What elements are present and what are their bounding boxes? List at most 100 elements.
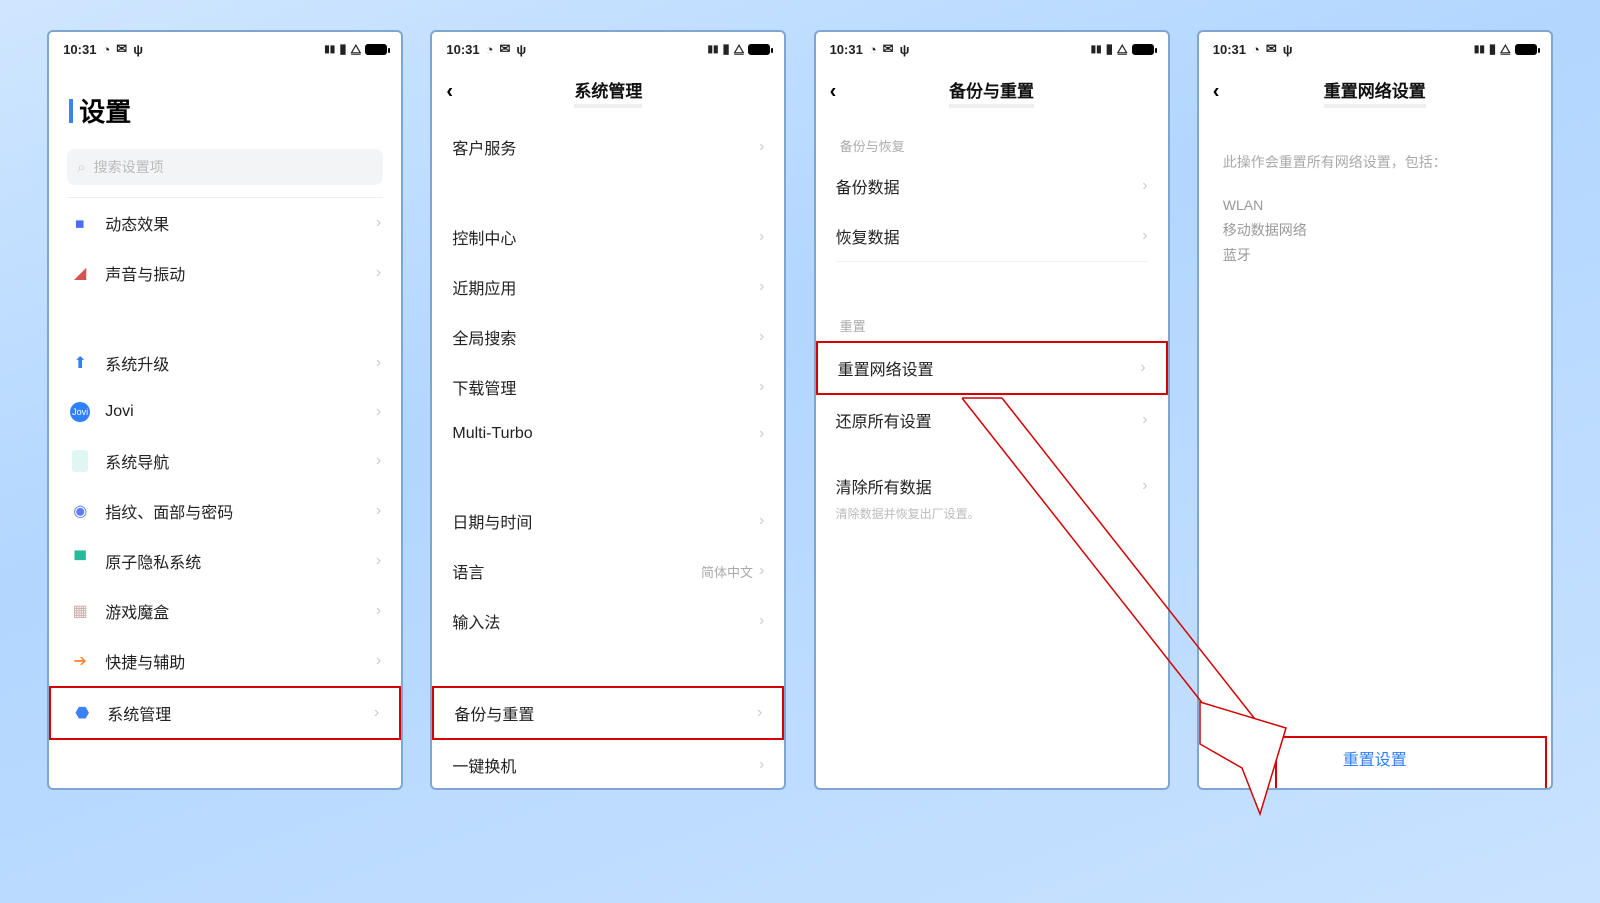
status-bar: 10:31 ◔ ✉ ψ ▮▮ ▮ ⧋	[49, 32, 401, 62]
system-management-icon: ⬣	[71, 702, 93, 724]
mail-icon: ✉	[883, 41, 894, 57]
chevron-right-icon: ›	[374, 704, 379, 722]
chevron-right-icon: ›	[376, 452, 381, 470]
chevron-right-icon: ›	[759, 562, 764, 580]
row-language[interactable]: 语言 简体中文 ›	[432, 546, 784, 596]
chevron-right-icon: ›	[759, 425, 764, 443]
section-label-reset: 重置	[816, 302, 1168, 341]
settings-row-system-management[interactable]: ⬣ 系统管理 ›	[49, 686, 401, 740]
back-button[interactable]: ‹	[446, 81, 453, 104]
diamond-icon: ◆	[69, 212, 91, 234]
settings-row-privacy[interactable]: ▀ 原子隐私系统 ›	[49, 536, 401, 586]
settings-row-dynamic-effects[interactable]: ◆ 动态效果 ›	[49, 198, 401, 248]
chevron-right-icon: ›	[376, 602, 381, 620]
chevron-right-icon: ›	[376, 502, 381, 520]
assist-icon: ➔	[69, 650, 91, 672]
status-time: 10:31	[446, 42, 479, 57]
phone-screen-1: 10:31 ◔ ✉ ψ ▮▮ ▮ ⧋ 设置 ⌕ 搜索设置项 ◆ 动态效果 › ◢…	[47, 30, 403, 790]
chevron-right-icon: ›	[376, 214, 381, 232]
chevron-right-icon: ›	[757, 704, 762, 722]
chevron-right-icon: ›	[376, 354, 381, 372]
nfc-icon: ▮	[723, 41, 730, 57]
chevron-right-icon: ›	[759, 138, 764, 156]
usb-icon: ψ	[900, 42, 910, 57]
chevron-right-icon: ›	[1142, 477, 1147, 495]
chevron-right-icon: ›	[759, 612, 764, 630]
row-global-search[interactable]: 全局搜索 ›	[432, 312, 784, 362]
chevron-right-icon: ›	[376, 403, 381, 421]
usb-icon: ψ	[133, 42, 143, 57]
signal-icon: ▮▮	[1091, 44, 1102, 55]
settings-row-assist[interactable]: ➔ 快捷与辅助 ›	[49, 636, 401, 686]
signal-icon: ▮▮	[1474, 44, 1485, 55]
settings-row-navigation[interactable]: 系统导航 ›	[49, 436, 401, 486]
row-restore-data[interactable]: 恢复数据 ›	[816, 211, 1168, 261]
chevron-right-icon: ›	[1142, 411, 1147, 429]
nfc-icon: ▮	[1106, 41, 1113, 57]
back-button[interactable]: ‹	[830, 81, 837, 104]
status-bar: 10:31 ◔ ✉ ψ ▮▮ ▮ ⧋	[816, 32, 1168, 62]
chevron-right-icon: ›	[1142, 177, 1147, 195]
back-button[interactable]: ‹	[1213, 81, 1220, 104]
chevron-right-icon: ›	[759, 756, 764, 774]
wifi-icon: ⧋	[1500, 42, 1511, 57]
row-restore-all-settings[interactable]: 还原所有设置 ›	[816, 395, 1168, 445]
signal-icon: ▮▮	[324, 44, 335, 55]
chevron-right-icon: ›	[759, 512, 764, 530]
clock-icon: ◔	[486, 42, 494, 57]
settings-row-fingerprint[interactable]: ◉ 指纹、面部与密码 ›	[49, 486, 401, 536]
settings-row-sound[interactable]: ◢ 声音与振动 ›	[49, 248, 401, 298]
fingerprint-icon: ◉	[69, 500, 91, 522]
wifi-icon: ⧋	[1117, 42, 1128, 57]
chevron-right-icon: ›	[376, 552, 381, 570]
reset-item: WLAN	[1223, 193, 1527, 218]
clock-icon: ◔	[869, 42, 877, 57]
usb-icon: ψ	[516, 42, 526, 57]
wifi-icon: ⧋	[350, 42, 361, 57]
usb-icon: ψ	[1283, 42, 1293, 57]
mail-icon: ✉	[499, 41, 510, 57]
row-input-method[interactable]: 输入法 ›	[432, 596, 784, 646]
chevron-right-icon: ›	[759, 328, 764, 346]
navigation-icon	[69, 450, 91, 472]
status-time: 10:31	[1213, 42, 1246, 57]
battery-icon	[1132, 44, 1154, 55]
nfc-icon: ▮	[339, 41, 346, 57]
page-title: 备份与重置	[949, 77, 1034, 108]
chevron-right-icon: ›	[376, 264, 381, 282]
row-date-time[interactable]: 日期与时间 ›	[432, 496, 784, 546]
privacy-icon: ▀	[69, 550, 91, 572]
search-icon: ⌕	[77, 159, 85, 176]
highlight-box	[1275, 736, 1547, 790]
wifi-icon: ⧋	[734, 42, 745, 57]
settings-row-gamebox[interactable]: ▦ 游戏魔盒 ›	[49, 586, 401, 636]
upgrade-icon: ⬆	[69, 352, 91, 374]
settings-row-security[interactable]: ⬣ 安全 ›	[49, 780, 401, 788]
row-switch-phone[interactable]: 一键换机 ›	[432, 740, 784, 788]
chevron-right-icon: ›	[759, 378, 764, 396]
status-bar: 10:31 ◔ ✉ ψ ▮▮ ▮ ⧋	[1199, 32, 1551, 62]
chevron-right-icon: ›	[759, 228, 764, 246]
row-erase-all-data[interactable]: 清除所有数据 › 清除数据并恢复出厂设置。	[816, 461, 1168, 520]
row-control-center[interactable]: 控制中心 ›	[432, 212, 784, 262]
row-reset-network[interactable]: 重置网络设置 ›	[816, 341, 1168, 395]
row-backup-reset[interactable]: 备份与重置 ›	[432, 686, 784, 740]
row-customer-service[interactable]: 客户服务 ›	[432, 122, 784, 172]
page-title: 重置网络设置	[1324, 77, 1426, 108]
clock-icon: ◔	[102, 42, 110, 57]
battery-icon	[748, 44, 770, 55]
settings-row-system-upgrade[interactable]: ⬆ 系统升级 ›	[49, 338, 401, 388]
clock-icon: ◔	[1252, 42, 1260, 57]
status-time: 10:31	[830, 42, 863, 57]
row-recent-apps[interactable]: 近期应用 ›	[432, 262, 784, 312]
search-placeholder: 搜索设置项	[94, 157, 164, 177]
chevron-right-icon: ›	[376, 652, 381, 670]
title-accent-bar	[69, 99, 73, 123]
phone-screen-4: 10:31 ◔ ✉ ψ ▮▮ ▮ ⧋ ‹ 重置网络设置 此操作会重置所有网络设置…	[1197, 30, 1553, 790]
search-input[interactable]: ⌕ 搜索设置项	[67, 149, 383, 185]
settings-row-jovi[interactable]: Jovi Jovi ›	[49, 388, 401, 436]
row-download-manager[interactable]: 下载管理 ›	[432, 362, 784, 412]
row-multi-turbo[interactable]: Multi-Turbo ›	[432, 412, 784, 456]
chevron-right-icon: ›	[1142, 227, 1147, 245]
row-backup-data[interactable]: 备份数据 ›	[816, 161, 1168, 211]
